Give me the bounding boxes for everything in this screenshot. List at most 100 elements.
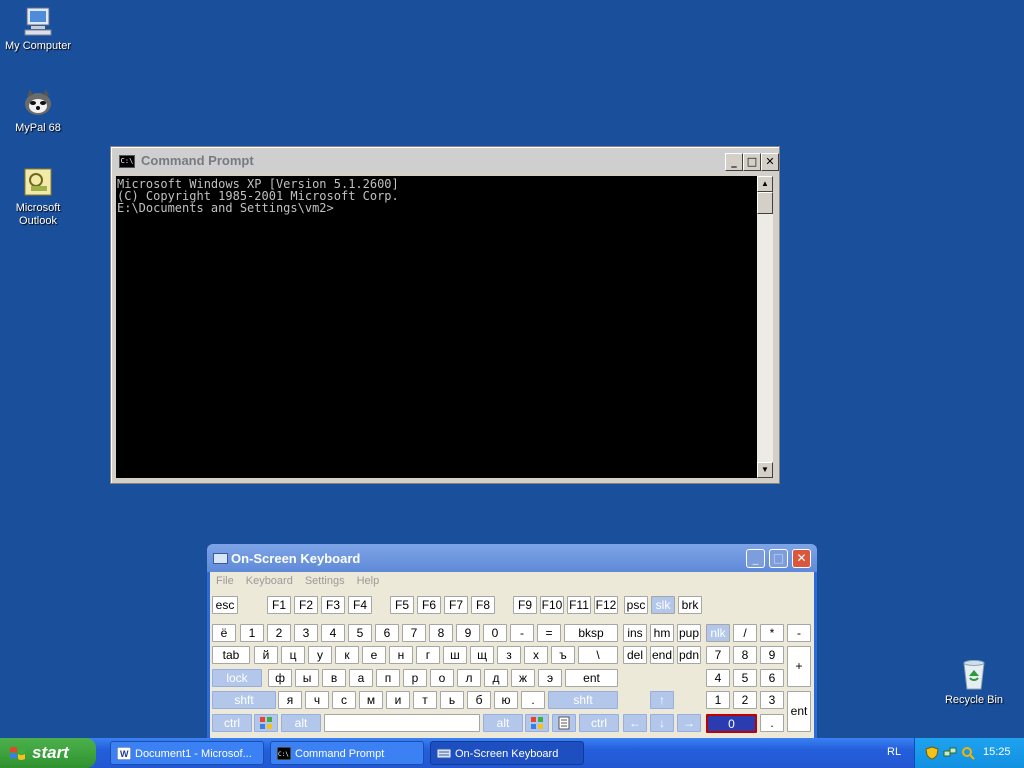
key-num-4[interactable]: 4 [706, 669, 730, 687]
key-f10[interactable]: F10 [540, 596, 564, 614]
scroll-thumb[interactable] [757, 192, 773, 214]
key-num-6[interactable]: 6 [760, 669, 784, 687]
key-f11[interactable]: F11 [567, 596, 591, 614]
key-alt-right[interactable]: alt [483, 714, 523, 732]
key-enter[interactable]: ent [565, 669, 618, 687]
key-period[interactable]: . [521, 691, 545, 709]
key-windows-right[interactable] [525, 714, 549, 732]
window-titlebar[interactable]: C:\ Command Prompt _ □ ✕ [113, 149, 779, 173]
console-output[interactable]: Microsoft Windows XP [Version 5.1.2600](… [116, 176, 757, 478]
key-f5[interactable]: F5 [390, 596, 414, 614]
key-letter[interactable]: ъ [551, 646, 575, 664]
key-psc[interactable]: psc [624, 596, 648, 614]
desktop-icon-mypal[interactable]: MyPal 68 [0, 86, 76, 135]
vertical-scrollbar[interactable]: ▲ ▼ [757, 176, 773, 478]
key-backspace[interactable]: bksp [564, 624, 618, 642]
key-letter[interactable]: ы [295, 669, 319, 687]
key-letter[interactable]: п [376, 669, 400, 687]
language-indicator[interactable]: RL [887, 746, 901, 758]
key-letter[interactable]: г [416, 646, 440, 664]
key-num-0[interactable]: 0 [706, 714, 757, 733]
key-end[interactable]: end [650, 646, 674, 664]
key-minus[interactable]: - [510, 624, 534, 642]
key-2[interactable]: 2 [267, 624, 291, 642]
key-backslash[interactable]: \ [578, 646, 618, 664]
scroll-up-button[interactable]: ▲ [757, 176, 773, 192]
key-home[interactable]: hm [650, 624, 674, 642]
key-letter[interactable]: ц [281, 646, 305, 664]
key-equals[interactable]: = [537, 624, 561, 642]
arrow-down-icon[interactable]: ↓ [650, 714, 674, 732]
key-letter[interactable]: а [349, 669, 373, 687]
start-button[interactable]: start [0, 738, 96, 768]
key-4[interactable]: 4 [321, 624, 345, 642]
key-1[interactable]: 1 [240, 624, 264, 642]
key-windows-left[interactable] [254, 714, 278, 732]
menu-keyboard[interactable]: Keyboard [246, 572, 293, 590]
taskbar-button-command-prompt[interactable]: C:\ Command Prompt [270, 741, 424, 765]
key-letter[interactable]: л [457, 669, 481, 687]
key-letter[interactable]: б [467, 691, 491, 709]
key-letter[interactable]: с [332, 691, 356, 709]
key-letter[interactable]: ш [443, 646, 467, 664]
key-letter[interactable]: я [278, 691, 302, 709]
key-9[interactable]: 9 [456, 624, 480, 642]
key-letter[interactable]: ж [511, 669, 535, 687]
key-letter[interactable]: н [389, 646, 413, 664]
key-num-3[interactable]: 3 [760, 691, 784, 709]
key-slk[interactable]: slk [651, 596, 675, 614]
key-num-5[interactable]: 5 [733, 669, 757, 687]
key-caps-lock[interactable]: lock [212, 669, 262, 687]
key-letter[interactable]: щ [470, 646, 494, 664]
maximize-button[interactable]: □ [769, 549, 788, 568]
key-num-divide[interactable]: / [733, 624, 757, 642]
key-letter[interactable]: х [524, 646, 548, 664]
desktop-icon-outlook[interactable]: Microsoft Outlook [0, 166, 76, 228]
key-letter[interactable]: ф [268, 669, 292, 687]
key-letter[interactable]: в [322, 669, 346, 687]
desktop-icon-my-computer[interactable]: My Computer [0, 4, 76, 53]
network-icon[interactable] [943, 746, 957, 760]
key-num-decimal[interactable]: . [760, 714, 784, 732]
key-0[interactable]: 0 [483, 624, 507, 642]
key-letter[interactable]: о [430, 669, 454, 687]
key-f7[interactable]: F7 [444, 596, 468, 614]
key-f6[interactable]: F6 [417, 596, 441, 614]
key-6[interactable]: 6 [375, 624, 399, 642]
taskbar-button-word[interactable]: W Document1 - Microsof... [110, 741, 264, 765]
key-letter[interactable]: у [308, 646, 332, 664]
key-yo[interactable]: ё [212, 624, 236, 642]
key-ctrl-left[interactable]: ctrl [212, 714, 252, 732]
key-ctrl-right[interactable]: ctrl [579, 714, 619, 732]
key-f8[interactable]: F8 [471, 596, 495, 614]
key-letter[interactable]: р [403, 669, 427, 687]
key-5[interactable]: 5 [348, 624, 372, 642]
key-insert[interactable]: ins [623, 624, 647, 642]
command-prompt-window[interactable]: C:\ Command Prompt _ □ ✕ Microsoft Windo… [110, 146, 780, 484]
key-num-8[interactable]: 8 [733, 646, 757, 664]
key-f4[interactable]: F4 [348, 596, 372, 614]
key-num-plus[interactable]: + [787, 646, 811, 687]
key-num-1[interactable]: 1 [706, 691, 730, 709]
key-num-lock[interactable]: nlk [706, 624, 730, 642]
close-button[interactable]: ✕ [761, 153, 779, 171]
key-shift-right[interactable]: shft [548, 691, 618, 709]
scroll-down-button[interactable]: ▼ [757, 462, 773, 478]
maximize-button[interactable]: □ [743, 153, 761, 171]
menu-settings[interactable]: Settings [305, 572, 345, 590]
key-letter[interactable]: э [538, 669, 562, 687]
key-3[interactable]: 3 [294, 624, 318, 642]
arrow-left-icon[interactable]: ← [623, 714, 647, 732]
menu-help[interactable]: Help [357, 572, 380, 590]
key-menu[interactable] [552, 714, 576, 732]
key-esc[interactable]: esc [212, 596, 238, 614]
key-num-7[interactable]: 7 [706, 646, 730, 664]
key-num-minus[interactable]: - [787, 624, 811, 642]
arrow-right-icon[interactable]: → [677, 714, 701, 732]
key-num-9[interactable]: 9 [760, 646, 784, 664]
key-alt-left[interactable]: alt [281, 714, 321, 732]
key-letter[interactable]: д [484, 669, 508, 687]
key-space[interactable] [324, 714, 480, 732]
key-7[interactable]: 7 [402, 624, 426, 642]
volume-icon[interactable] [961, 746, 975, 760]
